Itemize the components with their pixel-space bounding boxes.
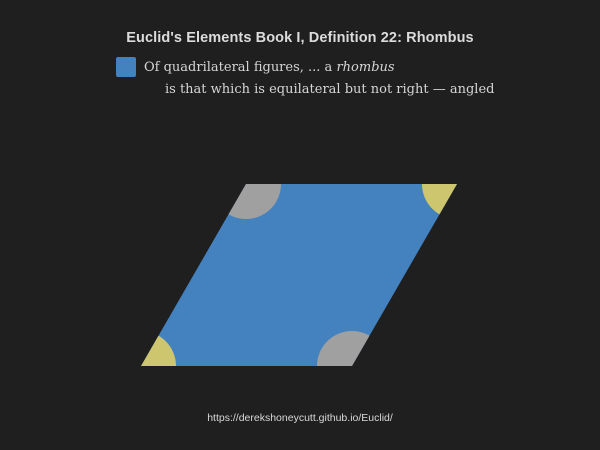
acute-angle-marker-top-right — [422, 184, 457, 219]
rhombus-figure — [141, 184, 457, 366]
acute-angle-marker-bottom-left — [141, 331, 176, 366]
footer-url-link[interactable]: https://derekshoneycutt.github.io/Euclid… — [0, 412, 600, 424]
obtuse-angle-marker-top-left — [211, 184, 281, 219]
rhombus-shape — [141, 184, 457, 366]
obtuse-angle-marker-bottom-right — [317, 331, 387, 366]
